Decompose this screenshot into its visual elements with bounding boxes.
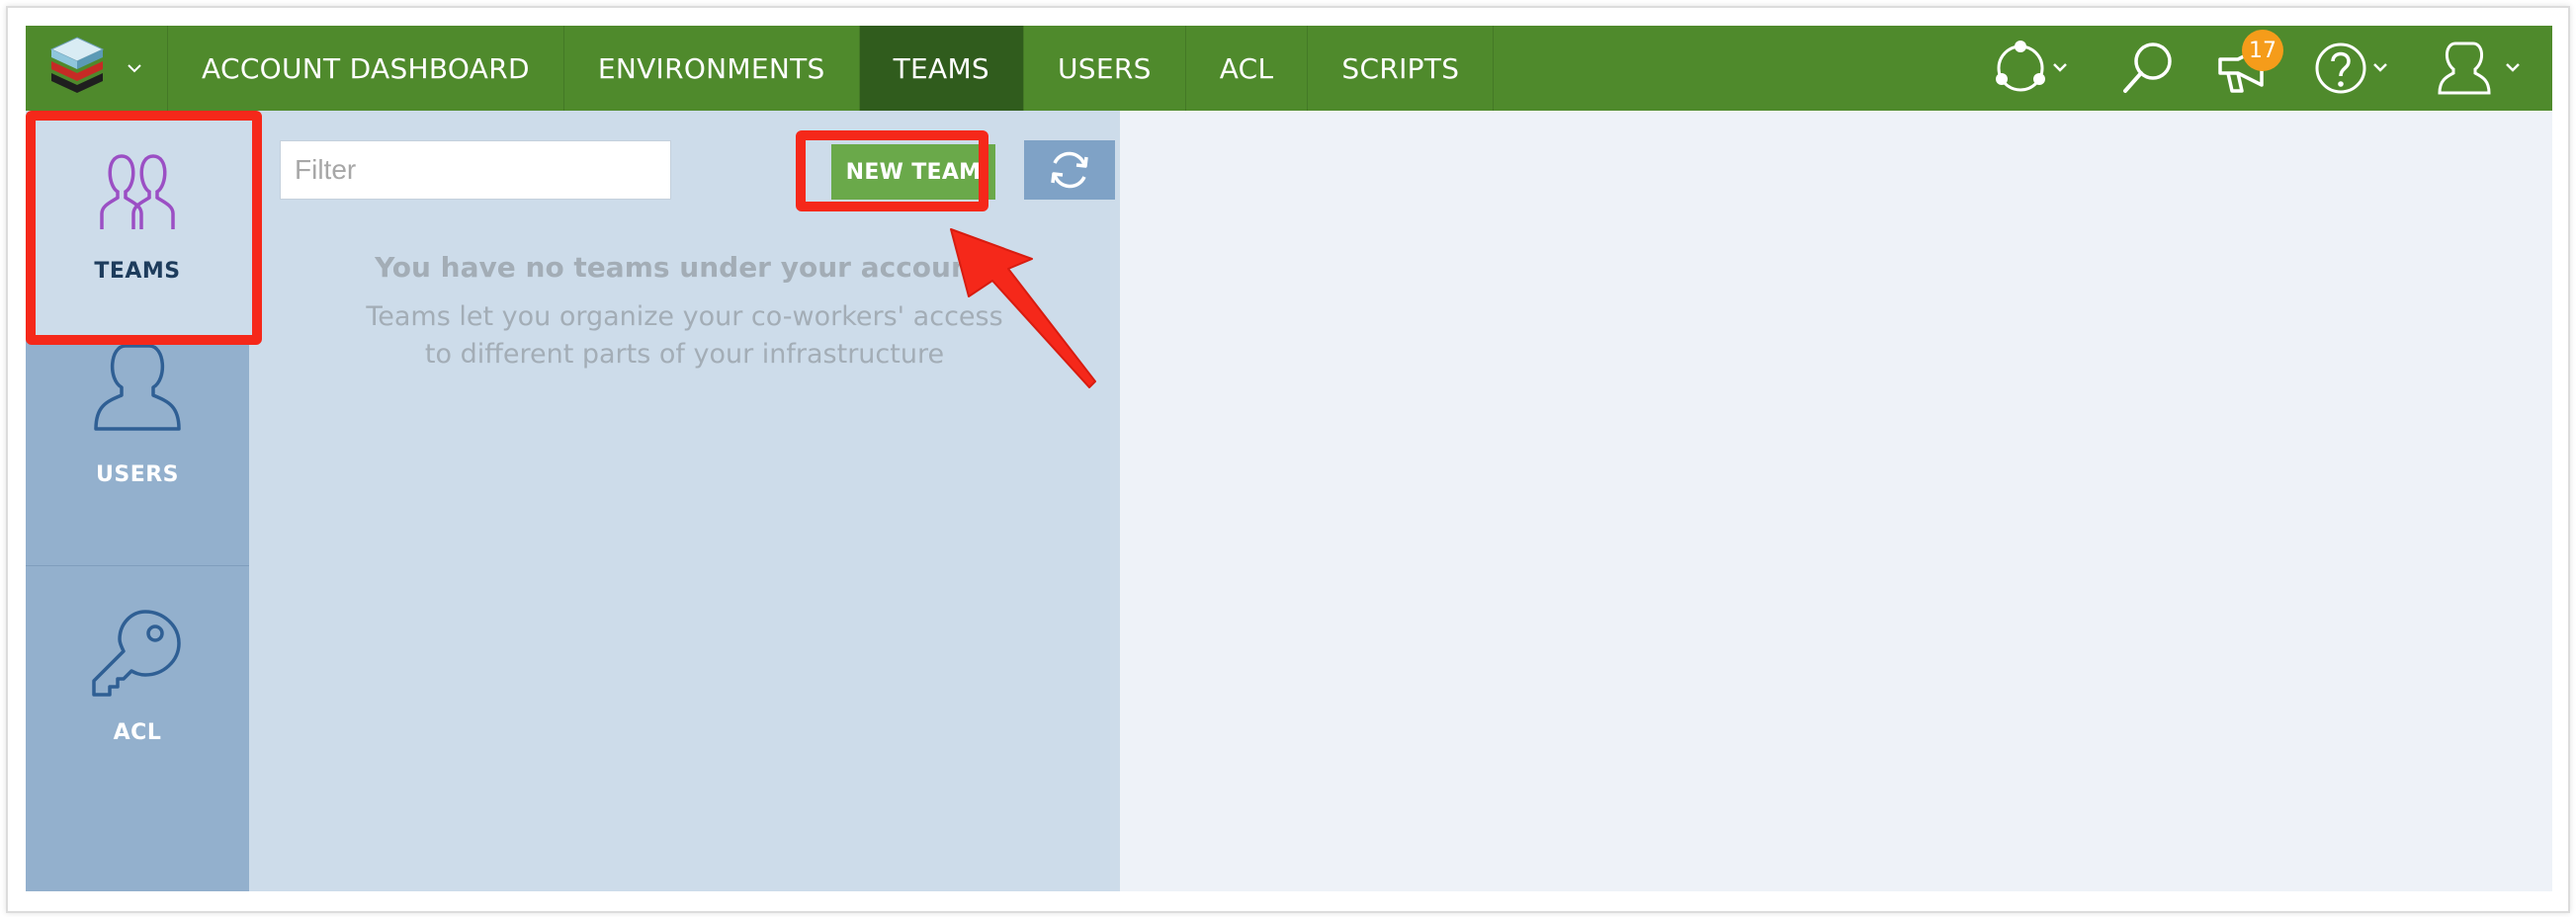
empty-state-line: to different parts of your infrastructur… xyxy=(424,339,945,370)
sidebar-item-label: ACL xyxy=(113,720,162,745)
nav-account-dashboard[interactable]: ACCOUNT DASHBOARD xyxy=(168,26,564,111)
sidebar-item-label: USERS xyxy=(95,462,180,487)
chevron-down-icon xyxy=(128,64,141,73)
new-team-button[interactable]: NEW TEAM xyxy=(831,144,995,200)
empty-state-title: You have no teams under your account. xyxy=(375,251,994,284)
nav-acl[interactable]: ACL xyxy=(1186,26,1309,111)
sidebar-item-users[interactable]: USERS xyxy=(26,344,249,565)
filter-input[interactable] xyxy=(280,140,671,200)
search-icon[interactable] xyxy=(2119,40,2179,97)
user-icon xyxy=(94,344,181,431)
teams-icon xyxy=(100,154,175,229)
network-icon[interactable] xyxy=(1993,40,2072,97)
stack-logo-icon xyxy=(49,37,105,93)
empty-state-line: Teams let you organize your co-workers' … xyxy=(366,301,1003,332)
nav-scripts[interactable]: SCRIPTS xyxy=(1308,26,1495,111)
sidebar-item-teams[interactable]: TEAMS xyxy=(26,111,249,338)
user-icon[interactable] xyxy=(2438,40,2525,97)
app-window: ACCOUNT DASHBOARD ENVIRONMENTS TEAMS USE… xyxy=(26,26,2552,891)
main-nav: ACCOUNT DASHBOARD ENVIRONMENTS TEAMS USE… xyxy=(168,26,1495,111)
empty-state-description: Teams let you organize your co-workers' … xyxy=(249,298,1120,374)
logo-menu[interactable] xyxy=(26,26,168,111)
teams-panel: NEW TEAM You have no teams under your ac… xyxy=(249,111,1120,891)
top-navigation-bar: ACCOUNT DASHBOARD ENVIRONMENTS TEAMS USE… xyxy=(26,26,2552,111)
refresh-icon xyxy=(1051,151,1088,189)
refresh-button[interactable] xyxy=(1024,140,1115,200)
key-icon xyxy=(92,610,181,697)
nav-teams[interactable]: TEAMS xyxy=(859,26,1024,111)
nav-users[interactable]: USERS xyxy=(1024,26,1186,111)
notification-count-badge: 17 xyxy=(2242,30,2283,71)
nav-environments[interactable]: ENVIRONMENTS xyxy=(564,26,860,111)
help-icon[interactable] xyxy=(2313,40,2392,97)
sidebar-item-label: TEAMS xyxy=(94,259,181,284)
section-sidebar: TEAMS USERS ACL xyxy=(26,111,249,891)
sidebar-item-acl[interactable]: ACL xyxy=(26,566,249,784)
